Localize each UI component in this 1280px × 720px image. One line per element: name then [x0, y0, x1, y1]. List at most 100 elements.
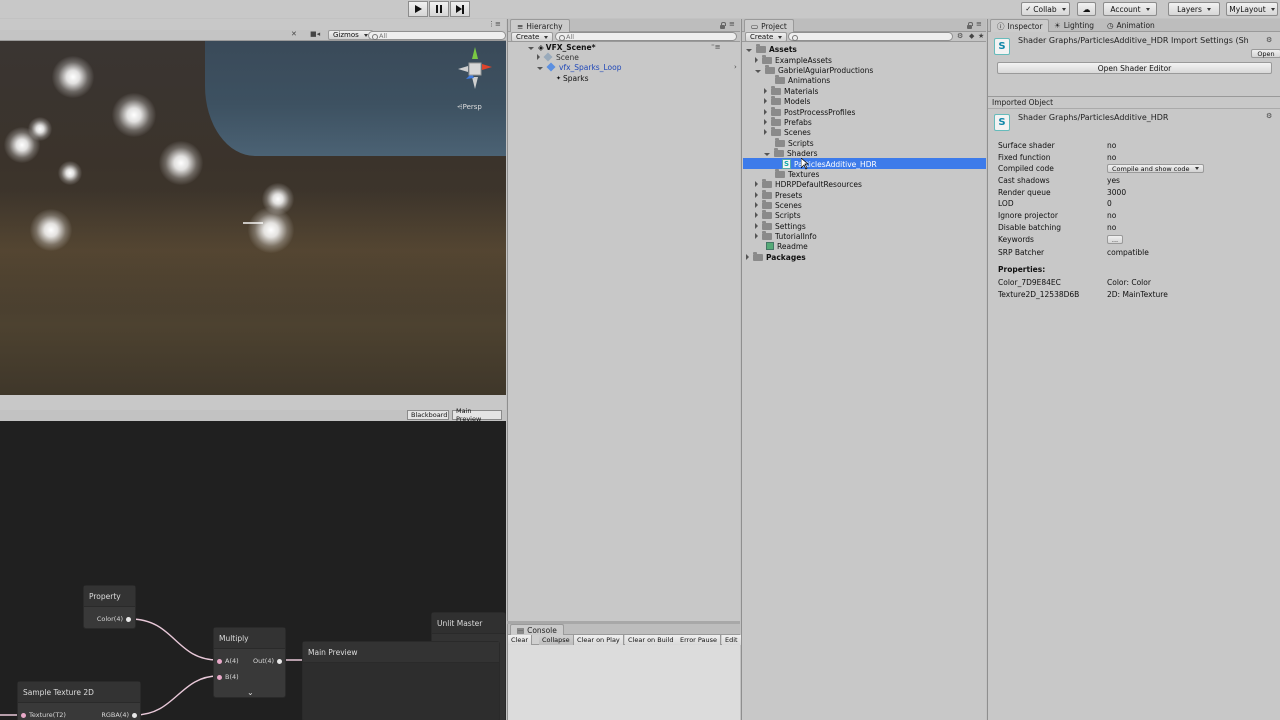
spark-particle	[4, 127, 40, 163]
tree-settings[interactable]: Settings	[755, 220, 806, 231]
gizmos-dropdown[interactable]: Gizmos	[328, 30, 373, 40]
prop-value: no	[1107, 153, 1117, 162]
console-clear-on-build-button[interactable]: Clear on Build	[625, 635, 678, 645]
cloud-button[interactable]: ☁	[1077, 2, 1096, 16]
tree-materials[interactable]: Materials	[764, 85, 818, 96]
project-create-dropdown[interactable]: Create	[745, 32, 788, 42]
console-error-pause-button[interactable]: Error Pause	[677, 635, 722, 645]
scene-viewport[interactable]: ⩤Persp	[0, 41, 506, 395]
tree-hdrp[interactable]: HDRPDefaultResources	[755, 178, 862, 189]
tree-packages[interactable]: Packages	[746, 251, 806, 262]
inspector-panel: ⓘ Inspector ☀ Lighting ◷ Animation S Shader…	[987, 19, 1280, 720]
console-panel: ▤ Console Clear Collapse Clear on Play Cl…	[507, 624, 742, 720]
tree-scenes-sub[interactable]: Scenes	[764, 126, 811, 137]
blackboard-toggle[interactable]: Blackboard	[407, 410, 449, 420]
hierarchy-item-scene[interactable]: Scene	[537, 52, 579, 62]
persp-label[interactable]: ⩤Persp	[457, 103, 482, 112]
settings-icon[interactable]: ⚙	[1266, 36, 1272, 44]
compiled-code-dropdown[interactable]: Compile and show code	[1107, 164, 1204, 173]
tools-icon[interactable]: ✕	[291, 30, 297, 38]
rgba-out-port[interactable]: RGBA(4)	[101, 711, 137, 719]
multiply-out-port[interactable]: Out(4)	[253, 657, 282, 665]
camera-icon[interactable]: ■◂	[310, 30, 320, 38]
tree-readme[interactable]: Readme	[755, 241, 808, 251]
tree-shaders[interactable]: Shaders	[764, 147, 817, 158]
chevron-right-icon[interactable]: ›	[734, 63, 737, 71]
play-button[interactable]	[408, 1, 428, 17]
expand-chevron-icon[interactable]: ⌄	[247, 688, 254, 697]
tree-shader-file[interactable]: S ParticlesAdditive_HDR	[782, 159, 877, 169]
keywords-button[interactable]: ...	[1107, 235, 1123, 244]
property-out-port[interactable]: Color(4)	[97, 615, 131, 623]
tree-post-process[interactable]: PostProcessProfiles	[764, 106, 855, 117]
shader-object-icon: S	[994, 114, 1010, 131]
open-shader-editor-button[interactable]: Open Shader Editor	[997, 62, 1272, 74]
scene-menu-icon[interactable]: ⁼≡	[711, 43, 721, 51]
imported-object-label: Imported Object	[992, 98, 1054, 107]
tab-lighting[interactable]: ☀ Lighting	[1048, 19, 1100, 32]
shader-graph-canvas[interactable]: Property Color(4) Multiply A(4) B(4) Out…	[0, 421, 506, 720]
multiply-in-b-port[interactable]: B(4)	[217, 673, 239, 681]
layers-dropdown[interactable]: Layers	[1168, 2, 1220, 16]
hierarchy-search-input[interactable]: All	[555, 32, 737, 41]
hierarchy-item-vfx[interactable]: vfx_Sparks_Loop	[537, 62, 621, 72]
tree-prefabs[interactable]: Prefabs	[764, 116, 812, 127]
console-collapse-button[interactable]: Collapse	[539, 635, 574, 645]
main-preview-window[interactable]: Main Preview	[302, 641, 500, 720]
panel-menu-icon[interactable]: ≡	[729, 20, 735, 28]
main-preview-toggle[interactable]: Main Preview	[452, 407, 502, 423]
project-search-input[interactable]	[788, 32, 953, 41]
multiply-in-a-port[interactable]: A(4)	[217, 657, 239, 665]
tree-textures[interactable]: Textures	[764, 168, 819, 179]
tab-animation[interactable]: ◷ Animation	[1101, 19, 1161, 32]
node-title: Property	[84, 586, 135, 607]
ground-haze	[0, 191, 506, 311]
tree-scenes[interactable]: Scenes	[755, 199, 802, 210]
prop-label: Compiled code	[998, 164, 1054, 173]
lock-icon[interactable]	[967, 22, 973, 29]
object-settings-icon[interactable]: ⚙	[1266, 112, 1272, 120]
pause-button[interactable]	[429, 1, 449, 17]
panel-menu-icon[interactable]: ⋮≡	[488, 20, 501, 28]
texture-in-port[interactable]: Texture(T2)	[21, 711, 66, 719]
step-button[interactable]	[450, 1, 470, 17]
open-button[interactable]: Open	[1251, 49, 1280, 58]
tree-assets[interactable]: Assets	[746, 43, 797, 54]
shader-graph-icon: S	[782, 159, 791, 169]
scene-root-row[interactable]: ◈ VFX_Scene*	[528, 42, 596, 52]
tree-example-assets[interactable]: ExampleAssets	[755, 54, 832, 65]
tree-scripts[interactable]: Scripts	[755, 209, 801, 220]
prop-value: 3000	[1107, 188, 1127, 197]
lock-icon[interactable]	[720, 22, 726, 29]
console-icon: ▤	[517, 625, 525, 635]
tab-project[interactable]: ▭ Project	[744, 19, 794, 32]
label-tag-icon[interactable]: ◆	[969, 32, 974, 40]
console-edit-button[interactable]: Edit	[722, 635, 742, 645]
panel-menu-icon[interactable]: ≡	[976, 20, 982, 28]
layout-dropdown[interactable]: MyLayout	[1226, 2, 1278, 16]
property-node[interactable]: Property Color(4)	[83, 585, 136, 629]
shader-property-name: Texture2D_12538D6B	[998, 290, 1080, 299]
tree-presets[interactable]: Presets	[755, 189, 802, 200]
sample-texture-node[interactable]: Sample Texture 2D Texture(T2) RGBA(4)	[17, 681, 141, 720]
tree-tutorial-info[interactable]: TutorialInfo	[755, 230, 817, 241]
tab-hierarchy[interactable]: ≡ Hierarchy	[510, 19, 570, 32]
multiply-node[interactable]: Multiply A(4) B(4) Out(4) ⌄	[213, 627, 286, 698]
star-icon[interactable]: ★	[978, 32, 984, 40]
account-dropdown[interactable]: Account	[1103, 2, 1157, 16]
tree-scripts-sub[interactable]: Scripts	[764, 137, 814, 148]
tree-models[interactable]: Models	[764, 95, 810, 106]
collab-dropdown[interactable]: ✓ Collab	[1021, 2, 1070, 16]
shader-property-value: 2D: MainTexture	[1107, 290, 1168, 299]
tab-console[interactable]: ▤ Console	[510, 624, 564, 635]
console-clear-on-play-button[interactable]: Clear on Play	[574, 635, 624, 645]
console-clear-button[interactable]: Clear	[508, 635, 532, 645]
tree-gabriel[interactable]: GabrielAguiarProductions	[755, 64, 873, 75]
tree-animations[interactable]: Animations	[764, 74, 830, 85]
scene-search-input[interactable]: All	[368, 31, 506, 40]
hierarchy-item-sparks[interactable]: ✦ Sparks	[556, 73, 588, 83]
orientation-gizmo[interactable]	[452, 45, 498, 93]
hierarchy-create-dropdown[interactable]: Create	[511, 32, 554, 42]
tab-inspector[interactable]: ⓘ Inspector	[990, 19, 1050, 32]
filter-type-icon[interactable]: ⚙	[957, 32, 963, 40]
